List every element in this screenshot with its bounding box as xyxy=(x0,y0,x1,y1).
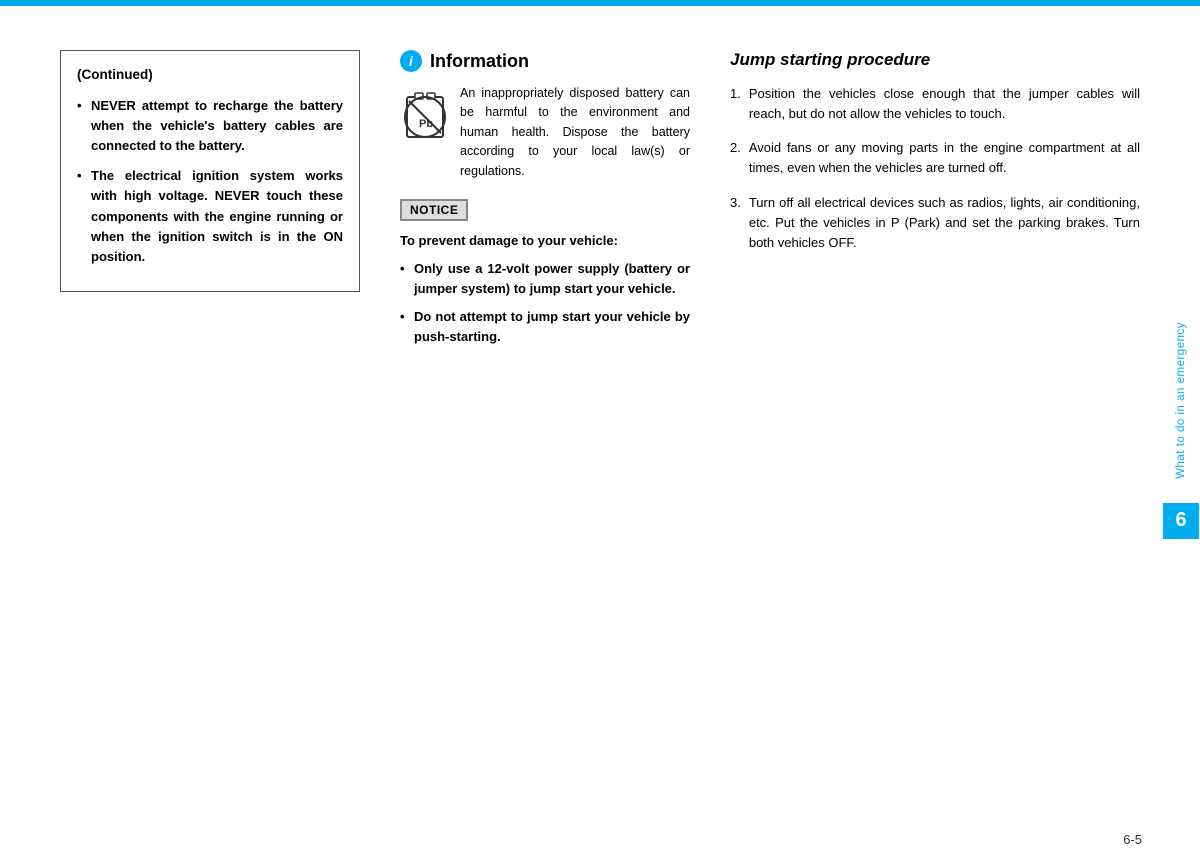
jump-starting-title: Jump starting procedure xyxy=(730,50,1140,70)
middle-column: i Information Pb xyxy=(380,50,710,821)
page-number: 6-5 xyxy=(1123,832,1142,847)
info-header: i Information xyxy=(400,50,690,72)
info-section-title: Information xyxy=(430,51,529,72)
top-line-primary xyxy=(0,0,1200,6)
bullet-item-1: NEVER attempt to recharge the battery wh… xyxy=(77,96,343,156)
notice-content: To prevent damage to your vehicle: Only … xyxy=(400,231,690,348)
main-content: (Continued) NEVER attempt to recharge th… xyxy=(60,50,1140,821)
sidebar-chapter-text: What to do in an emergency xyxy=(1175,322,1187,479)
step-2: 2. Avoid fans or any moving parts in the… xyxy=(730,138,1140,178)
jump-starting-steps: 1. Position the vehicles close enough th… xyxy=(730,84,1140,253)
notice-bullets: Only use a 12-volt power supply (battery… xyxy=(400,259,690,348)
left-column: (Continued) NEVER attempt to recharge th… xyxy=(60,50,380,821)
continued-box: (Continued) NEVER attempt to recharge th… xyxy=(60,50,360,292)
right-sidebar: What to do in an emergency 6 xyxy=(1162,0,1200,861)
notice-bullet-2: Do not attempt to jump start your vehicl… xyxy=(400,307,690,347)
sidebar-text-container: What to do in an emergency xyxy=(1175,322,1187,495)
battery-disposal-icon: Pb xyxy=(400,84,450,144)
step-3: 3. Turn off all electrical devices such … xyxy=(730,193,1140,253)
continued-title: (Continued) xyxy=(77,65,343,86)
notice-label: NOTICE xyxy=(400,199,468,221)
bullet-item-2: The electrical ignition system works wit… xyxy=(77,166,343,267)
info-icon: i xyxy=(400,50,422,72)
chapter-number-box: 6 xyxy=(1163,503,1199,539)
right-column: Jump starting procedure 1. Position the … xyxy=(710,50,1140,821)
continued-bullet-list: NEVER attempt to recharge the battery wh… xyxy=(77,96,343,267)
info-text: An inappropriately disposed battery can … xyxy=(460,84,690,181)
notice-bullet-1: Only use a 12-volt power supply (battery… xyxy=(400,259,690,299)
info-body: Pb An inappropriately disposed battery c… xyxy=(400,84,690,181)
step-1: 1. Position the vehicles close enough th… xyxy=(730,84,1140,124)
notice-intro: To prevent damage to your vehicle: xyxy=(400,231,690,251)
